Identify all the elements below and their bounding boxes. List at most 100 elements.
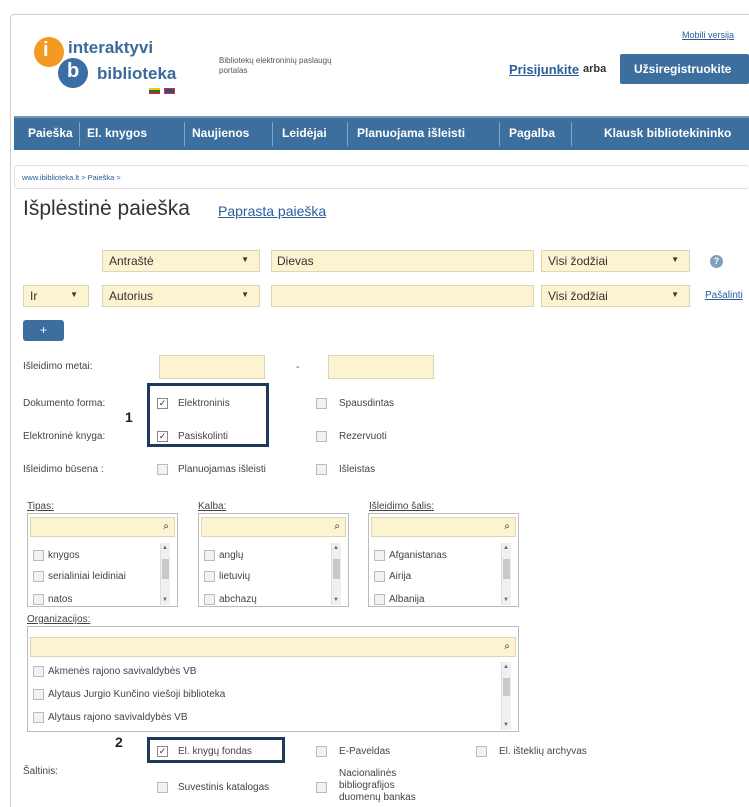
add-row-button[interactable]: +	[23, 320, 64, 341]
union-catalog-checkbox[interactable]	[157, 782, 168, 793]
simple-search-link[interactable]: Paprasta paieška	[218, 203, 326, 219]
search-icon[interactable]: ⌕	[504, 641, 510, 652]
nav-item-help[interactable]: Pagalba	[509, 126, 555, 140]
year-label: Išleidimo metai:	[23, 361, 93, 372]
type-scrollbar[interactable]: ▲ ▼	[160, 543, 170, 605]
list-item[interactable]: abchazų	[204, 594, 257, 605]
register-button[interactable]: Užsiregistruokite	[620, 54, 749, 84]
list-item[interactable]: serialiniai leidiniai	[33, 571, 126, 582]
logo-text-line1[interactable]: interaktyvi	[68, 38, 153, 58]
nav-separator	[184, 122, 185, 146]
list-item[interactable]: Afganistanas	[374, 550, 447, 561]
nav-item-ask-librarian[interactable]: Klausk bibliotekininko	[604, 126, 731, 140]
match-mode-select-1[interactable]: Visi žodžiai ▼	[541, 250, 690, 272]
nav-separator	[272, 122, 273, 146]
query-input-1[interactable]: Dievas	[271, 250, 534, 272]
planned-label: Planuojamas išleisti	[178, 464, 266, 475]
list-item[interactable]: Alytaus Jurgio Kunčino viešoji bibliotek…	[33, 689, 225, 700]
mobile-version-link[interactable]: Mobili versija	[682, 30, 734, 40]
country-scrollbar[interactable]: ▲ ▼	[501, 543, 511, 605]
annotation-number-1: 1	[125, 409, 133, 425]
search-icon[interactable]: ⌕	[504, 521, 510, 532]
printed-checkbox[interactable]	[316, 398, 327, 409]
page-title: Išplėstinė paieška	[23, 197, 190, 220]
login-link[interactable]: Prisijunkite	[509, 62, 579, 77]
organization-checkbox[interactable]	[33, 666, 44, 677]
operator-select[interactable]: Ir ▼	[23, 285, 89, 307]
country-checkbox[interactable]	[374, 594, 385, 605]
en-flag-icon[interactable]	[164, 88, 175, 94]
annotation-box-1	[147, 383, 269, 447]
breadcrumb[interactable]: www.ibiblioteka.lt > Paieška >	[22, 173, 121, 182]
nav-item-news[interactable]: Naujienos	[192, 126, 249, 140]
epaveldas-checkbox[interactable]	[316, 746, 327, 757]
chevron-down-icon: ▼	[241, 290, 249, 299]
chevron-down-icon: ▼	[671, 255, 679, 264]
logo-icon-i: i	[34, 37, 64, 67]
document-form-label: Dokumento forma:	[23, 398, 106, 409]
language-checkbox[interactable]	[204, 571, 215, 582]
national-db-label: Nacionalinės bibliografijos duomenų bank…	[339, 768, 416, 803]
annotation-box-2	[147, 737, 285, 763]
language-checkbox[interactable]	[204, 550, 215, 561]
country-search-input[interactable]: ⌕	[371, 517, 516, 537]
annotation-number-2: 2	[115, 734, 123, 750]
country-checkbox[interactable]	[374, 571, 385, 582]
field-select-2[interactable]: Autorius ▼	[102, 285, 260, 307]
published-checkbox[interactable]	[316, 464, 327, 475]
year-to-input[interactable]	[328, 355, 434, 379]
organization-checkbox[interactable]	[33, 712, 44, 723]
help-icon[interactable]: ?	[710, 255, 723, 268]
list-item[interactable]: Akmenės rajono savivaldybės VB	[33, 666, 196, 677]
field-select-1[interactable]: Antraštė ▼	[102, 250, 260, 272]
organizations-scrollbar[interactable]: ▲ ▼	[501, 662, 511, 730]
or-text: arba	[583, 63, 607, 75]
ebook-label: Elektroninė knyga:	[23, 431, 106, 442]
type-checkbox[interactable]	[33, 550, 44, 561]
list-item[interactable]: Albanija	[374, 594, 425, 605]
nav-separator	[347, 122, 348, 146]
lt-flag-icon[interactable]	[149, 88, 160, 94]
remove-row-link[interactable]: Pašalinti	[705, 290, 743, 301]
list-item[interactable]: Airija	[374, 571, 411, 582]
published-label: Išleistas	[339, 464, 376, 475]
list-item[interactable]: anglų	[204, 550, 243, 561]
archive-label: El. išteklių archyvas	[499, 746, 587, 757]
union-catalog-label: Suvestinis katalogas	[178, 782, 270, 793]
chevron-down-icon: ▼	[671, 290, 679, 299]
type-search-input[interactable]: ⌕	[30, 517, 175, 537]
language-checkbox[interactable]	[204, 594, 215, 605]
list-item[interactable]: knygos	[33, 550, 80, 561]
language-label: Kalba:	[198, 501, 227, 512]
nav-item-planned[interactable]: Planuojama išleisti	[357, 126, 465, 140]
reserve-label: Rezervuoti	[339, 431, 387, 442]
search-icon[interactable]: ⌕	[163, 521, 169, 532]
search-icon[interactable]: ⌕	[334, 521, 340, 532]
nav-separator	[79, 122, 80, 146]
query-input-2[interactable]	[271, 285, 534, 307]
country-checkbox[interactable]	[374, 550, 385, 561]
organization-checkbox[interactable]	[33, 689, 44, 700]
planned-checkbox[interactable]	[157, 464, 168, 475]
national-db-checkbox[interactable]	[316, 782, 327, 793]
archive-checkbox[interactable]	[476, 746, 487, 757]
year-separator: -	[296, 361, 300, 373]
reserve-checkbox[interactable]	[316, 431, 327, 442]
year-from-input[interactable]	[159, 355, 265, 379]
match-mode-select-2[interactable]: Visi žodžiai ▼	[541, 285, 690, 307]
organizations-search-input[interactable]: ⌕	[30, 637, 516, 657]
list-item[interactable]: lietuvių	[204, 571, 250, 582]
type-checkbox[interactable]	[33, 571, 44, 582]
language-search-input[interactable]: ⌕	[201, 517, 346, 537]
nav-item-ebooks[interactable]: El. knygos	[87, 126, 147, 140]
list-item[interactable]: natos	[33, 594, 72, 605]
breadcrumb-bar	[14, 165, 749, 189]
nav-item-publishers[interactable]: Leidėjai	[282, 126, 327, 140]
language-scrollbar[interactable]: ▲ ▼	[331, 543, 341, 605]
type-checkbox[interactable]	[33, 594, 44, 605]
chevron-down-icon: ▼	[70, 290, 78, 299]
nav-item-search[interactable]: Paieška	[28, 126, 73, 140]
logo-icon-b: b	[58, 58, 88, 88]
logo-text-line2[interactable]: biblioteka	[97, 64, 176, 84]
list-item[interactable]: Alytaus rajono savivaldybės VB	[33, 712, 188, 723]
